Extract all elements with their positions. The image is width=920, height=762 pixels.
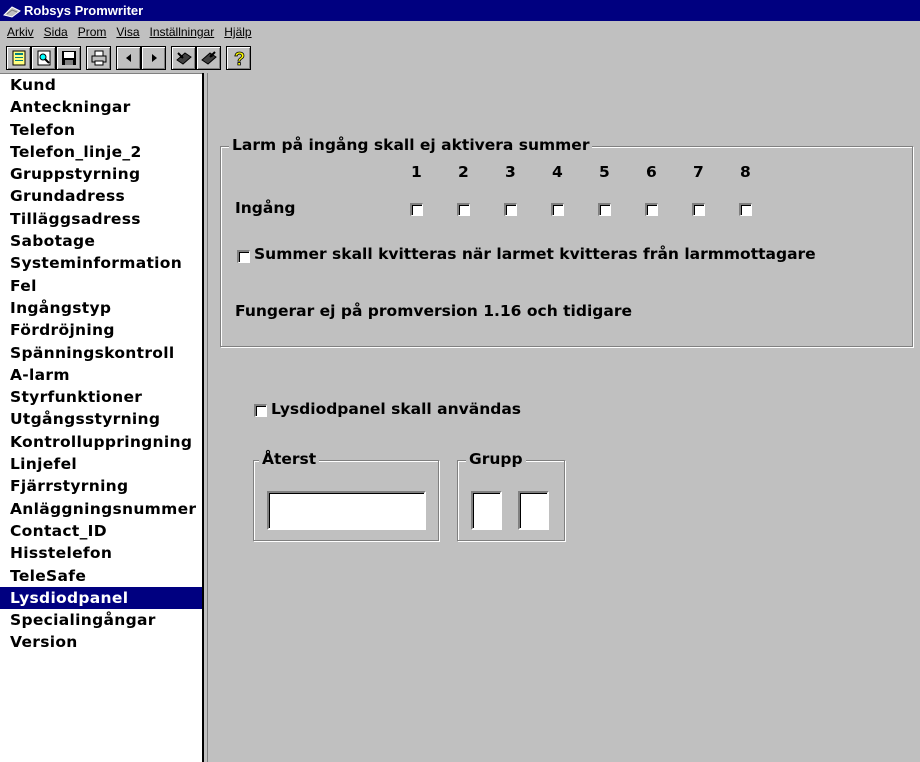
previous-arrow-icon [125, 54, 131, 62]
input-5-checkbox[interactable] [598, 203, 611, 216]
svg-text:?: ? [234, 49, 245, 67]
preview-icon [37, 50, 50, 66]
next-arrow-icon [151, 54, 157, 62]
input-6-checkbox[interactable] [645, 203, 658, 216]
grupp-input-1[interactable] [471, 491, 502, 530]
sidebar-item-grundadress[interactable]: Grundadress [0, 185, 202, 207]
sidebar-item-hisstelefon[interactable]: Hisstelefon [0, 542, 202, 564]
grupp-groupbox-title: Grupp [466, 450, 526, 468]
title-bar: Robsys Promwriter [0, 0, 920, 21]
input-1-checkbox[interactable] [410, 203, 423, 216]
sidebar-item-specialingangar[interactable]: Specialingångar [0, 609, 202, 631]
save-icon [61, 51, 76, 65]
sidebar-item-fordrojning[interactable]: Fördröjning [0, 319, 202, 341]
sidebar-item-lysdiodpanel[interactable]: Lysdiodpanel [0, 586, 202, 610]
preview-button[interactable] [31, 46, 56, 70]
help-icon: ? [233, 49, 245, 67]
sidebar-item-linjefel[interactable]: Linjefel [0, 453, 202, 475]
sidebar-item-kund[interactable]: Kund [0, 74, 202, 96]
menu-installningar-label: Inställningar [149, 25, 215, 39]
main-panel: Larm på ingång skall ej aktivera summer … [208, 73, 920, 762]
sidebar-item-utgangsstyrning[interactable]: Utgångsstyrning [0, 408, 202, 430]
sidebar-item-telefon-linje-2[interactable]: Telefon_linje_2 [0, 141, 202, 163]
input-4-checkbox[interactable] [551, 203, 564, 216]
previous-button[interactable] [116, 46, 141, 70]
input-7-checkbox[interactable] [692, 203, 705, 216]
menu-sida[interactable]: Sida [39, 25, 73, 39]
help-button[interactable]: ? [226, 46, 251, 70]
summer-ack-label[interactable]: Summer skall kvitteras när larmet kvitte… [254, 245, 816, 263]
alarm-groupbox-title: Larm på ingång skall ej aktivera summer [229, 136, 593, 154]
use-panel-label[interactable]: Lysdiodpanel skall användas [271, 400, 521, 418]
menu-installningar[interactable]: Inställningar [145, 25, 220, 39]
sidebar-item-version[interactable]: Version [0, 631, 202, 653]
new-button[interactable] [6, 46, 31, 70]
input-3-checkbox[interactable] [504, 203, 517, 216]
sidebar-item-fjarrstyrning[interactable]: Fjärrstyrning [0, 475, 202, 497]
input-row-label: Ingång [235, 199, 296, 217]
column-header-5: 5 [599, 163, 610, 181]
window-title: Robsys Promwriter [24, 3, 144, 18]
sidebar-item-styrfunktioner[interactable]: Styrfunktioner [0, 386, 202, 408]
sidebar-item-gruppstyrning[interactable]: Gruppstyrning [0, 163, 202, 185]
menu-visa-label: Visa [116, 25, 140, 39]
sidebar-item-a-larm[interactable]: A-larm [0, 364, 202, 386]
column-header-4: 4 [552, 163, 563, 181]
column-header-3: 3 [505, 163, 516, 181]
print-icon [91, 50, 106, 66]
column-header-7: 7 [693, 163, 704, 181]
version-note: Fungerar ej på promversion 1.16 och tidi… [235, 302, 632, 320]
column-header-1: 1 [411, 163, 422, 181]
sidebar-item-telesafe[interactable]: TeleSafe [0, 565, 202, 587]
sidebar-item-spanningskontroll[interactable]: Spänningskontroll [0, 342, 202, 364]
toolbar: ? [0, 43, 920, 73]
menu-sida-label: Sida [43, 25, 68, 39]
sidebar-item-systeminformation[interactable]: Systeminformation [0, 252, 202, 274]
app-logo-icon [3, 5, 21, 18]
menu-bar: Arkiv Sida Prom Visa Inställningar Hjälp [0, 21, 920, 43]
aterst-groupbox-title: Återst [259, 450, 320, 468]
column-header-6: 6 [646, 163, 657, 181]
input-8-checkbox[interactable] [739, 203, 752, 216]
grupp-input-2[interactable] [518, 491, 549, 530]
sidebar-item-anteckningar[interactable]: Anteckningar [0, 96, 202, 118]
sidebar-item-telefon[interactable]: Telefon [0, 119, 202, 141]
sidebar-item-kontrolluppringning[interactable]: Kontrolluppringning [0, 431, 202, 453]
sidebar-item-ingangstyp[interactable]: Ingångstyp [0, 297, 202, 319]
summer-ack-checkbox[interactable] [237, 250, 250, 263]
sidebar-item-sabotage[interactable]: Sabotage [0, 230, 202, 252]
sidebar-item-tillaggsadress[interactable]: Tilläggsadress [0, 208, 202, 230]
next-button[interactable] [141, 46, 166, 70]
print-button[interactable] [86, 46, 111, 70]
menu-prom[interactable]: Prom [73, 25, 112, 39]
save-button[interactable] [56, 46, 81, 70]
menu-arkiv[interactable]: Arkiv [2, 25, 39, 39]
aterst-input[interactable] [267, 491, 426, 530]
chip-read-icon [175, 52, 192, 65]
column-header-2: 2 [458, 163, 469, 181]
page-list[interactable]: Kund Anteckningar Telefon Telefon_linje_… [0, 73, 202, 762]
write-chip-button[interactable] [196, 46, 221, 70]
sidebar-item-fel[interactable]: Fel [0, 275, 202, 297]
sidebar-item-contact-id[interactable]: Contact_ID [0, 520, 202, 542]
read-chip-button[interactable] [171, 46, 196, 70]
new-document-icon [12, 50, 25, 66]
column-header-8: 8 [740, 163, 751, 181]
menu-prom-label: Prom [77, 25, 107, 39]
chip-write-icon [200, 51, 217, 65]
input-2-checkbox[interactable] [457, 203, 470, 216]
menu-arkiv-label: Arkiv [7, 25, 34, 39]
use-panel-checkbox[interactable] [254, 404, 267, 417]
menu-hjalp-label: Hjälp [224, 25, 252, 39]
sidebar-item-anlaggningsnummer[interactable]: Anläggningsnummer [0, 498, 202, 520]
menu-hjalp[interactable]: Hjälp [219, 25, 256, 39]
menu-visa[interactable]: Visa [111, 25, 144, 39]
